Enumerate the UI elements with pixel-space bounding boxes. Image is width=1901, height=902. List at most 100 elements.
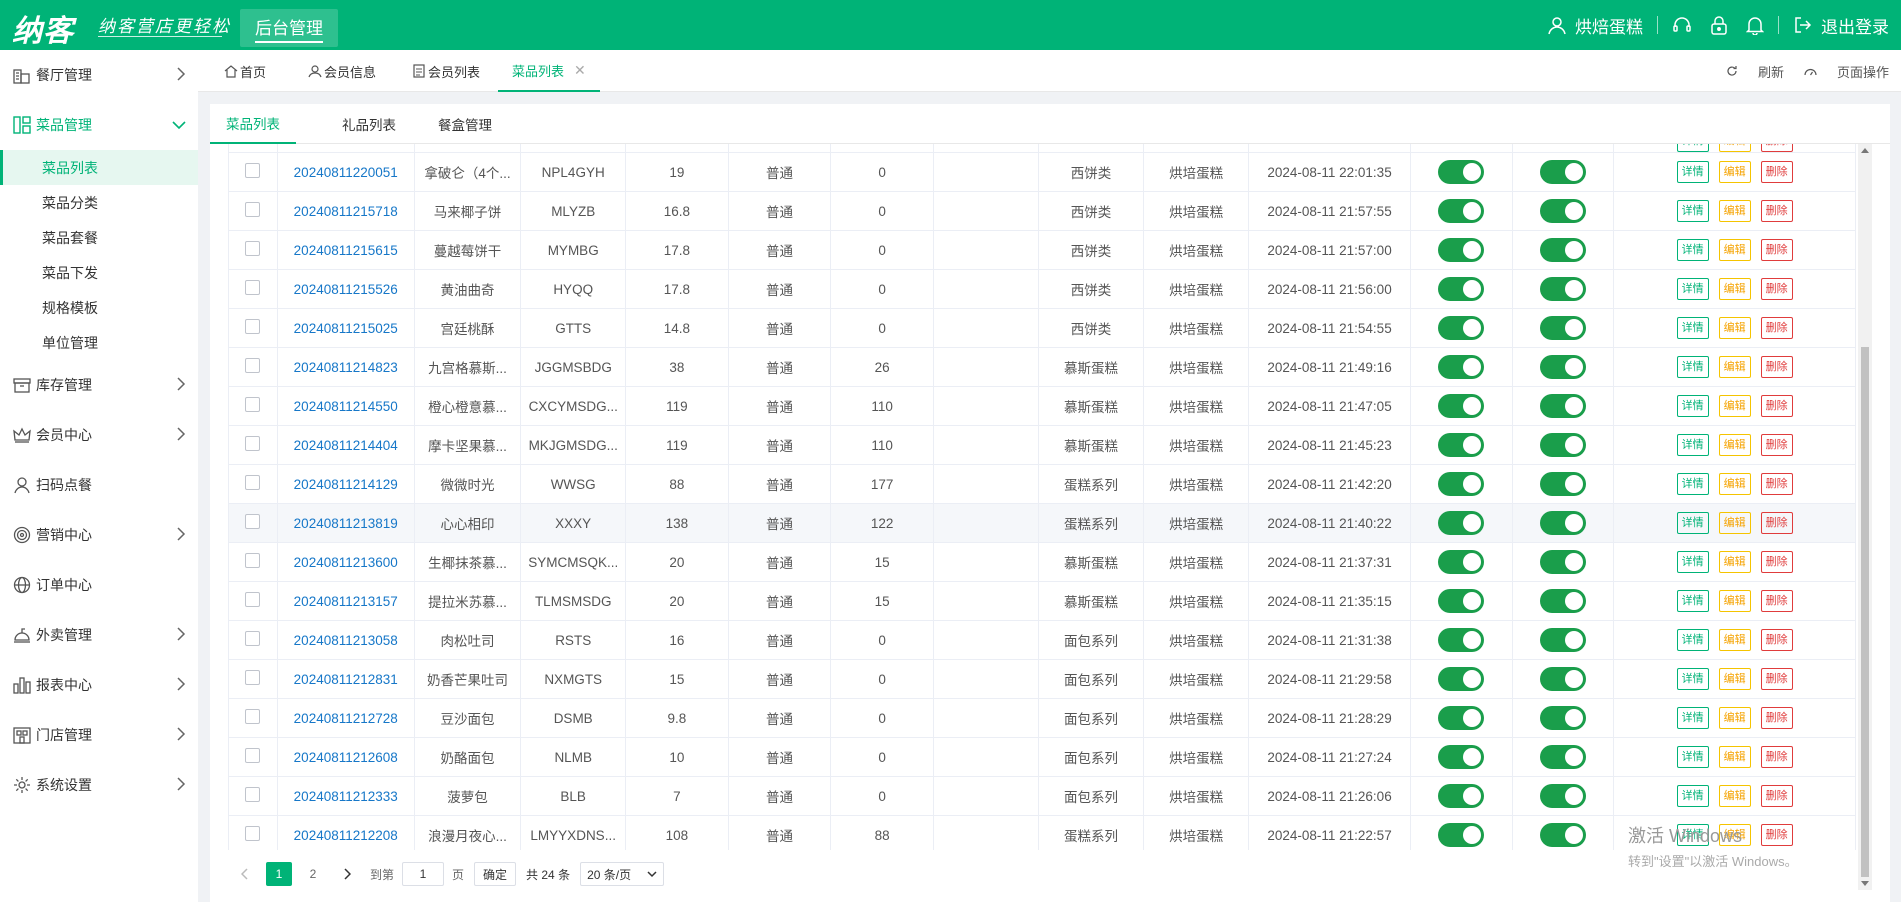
edit-button[interactable]: 编辑: [1718, 785, 1751, 807]
edit-button[interactable]: 编辑: [1718, 200, 1751, 222]
edit-button[interactable]: 编辑: [1718, 512, 1751, 534]
row-checkbox[interactable]: [245, 280, 261, 295]
sale-toggle[interactable]: [1540, 160, 1587, 184]
sale-toggle[interactable]: [1540, 511, 1587, 535]
enable-toggle[interactable]: [1438, 550, 1485, 574]
row-checkbox[interactable]: [245, 787, 261, 802]
detail-button[interactable]: 详情: [1676, 239, 1709, 261]
enable-toggle[interactable]: [1438, 589, 1485, 613]
detail-button[interactable]: 详情: [1676, 317, 1709, 339]
enable-toggle[interactable]: [1438, 316, 1485, 340]
table-row[interactable]: 20240811214404 摩卡坚果慕... MKJGMSDG... 119 普通 11…: [229, 425, 1856, 465]
sidebar-item-stores[interactable]: 门店管理: [0, 710, 198, 760]
enable-toggle[interactable]: [1438, 433, 1485, 457]
sale-toggle[interactable]: [1540, 706, 1587, 730]
scroll-up-icon[interactable]: [1861, 148, 1869, 153]
edit-button[interactable]: 编辑: [1718, 590, 1751, 612]
page-size-select[interactable]: 20 条/页: [580, 862, 665, 886]
delete-button[interactable]: 删除: [1760, 512, 1793, 534]
row-checkbox[interactable]: [245, 397, 261, 412]
delete-button[interactable]: 删除: [1760, 317, 1793, 339]
sale-toggle[interactable]: [1540, 394, 1587, 418]
sale-toggle[interactable]: [1540, 355, 1587, 379]
edit-button[interactable]: 编辑: [1718, 629, 1751, 651]
enable-toggle[interactable]: [1438, 511, 1485, 535]
tag-dish-list[interactable]: 菜品列表 ✕: [498, 50, 600, 92]
detail-button[interactable]: 详情: [1676, 551, 1709, 573]
sidebar-subitem-dish-dispatch[interactable]: 菜品下发: [0, 255, 198, 290]
edit-button[interactable]: 编辑: [1718, 161, 1751, 183]
bell-icon[interactable]: [1746, 15, 1764, 35]
detail-button[interactable]: 详情: [1676, 512, 1709, 534]
subtab-gift-list[interactable]: 礼品列表: [342, 104, 396, 144]
sale-toggle[interactable]: [1540, 628, 1587, 652]
dish-number-link[interactable]: 20240811213600: [277, 542, 415, 582]
sale-toggle[interactable]: [1540, 277, 1587, 301]
detail-button[interactable]: 详情: [1676, 144, 1709, 152]
enable-toggle[interactable]: [1438, 238, 1485, 262]
sidebar-item-marketing[interactable]: 营销中心: [0, 510, 198, 560]
row-checkbox[interactable]: [245, 163, 261, 178]
edit-button[interactable]: 编辑: [1718, 707, 1751, 729]
goto-page-input[interactable]: 1: [402, 862, 445, 886]
dish-number-link[interactable]: 20240811213058: [277, 620, 415, 660]
sidebar-subitem-dish-category[interactable]: 菜品分类: [0, 185, 198, 220]
enable-toggle[interactable]: [1438, 667, 1485, 691]
page-2-button[interactable]: 2: [300, 862, 326, 886]
row-checkbox[interactable]: [245, 709, 261, 724]
delete-button[interactable]: 删除: [1760, 707, 1793, 729]
sale-toggle[interactable]: [1540, 433, 1587, 457]
row-checkbox[interactable]: [245, 826, 261, 841]
table-row[interactable]: 20240811213600 生椰抹茶慕... SYMCMSQK... 20 普通 15 慕…: [229, 542, 1856, 582]
dish-number-link[interactable]: 20240811215718: [277, 191, 415, 231]
sidebar-item-restaurant[interactable]: 餐厅管理: [0, 50, 198, 100]
dish-number-link[interactable]: 20240811212728: [277, 698, 415, 738]
enable-toggle[interactable]: [1438, 628, 1485, 652]
enable-toggle[interactable]: [1438, 199, 1485, 223]
close-icon[interactable]: ✕: [574, 62, 586, 79]
edit-button[interactable]: 编辑: [1718, 434, 1751, 456]
table-row[interactable]: 20240811213819 心心相印 XXXY 138 普通 122 蛋糕系列 烘培蛋糕 20…: [229, 503, 1856, 543]
scroll-down-icon[interactable]: [1861, 881, 1869, 886]
detail-button[interactable]: 详情: [1676, 785, 1709, 807]
dish-number-link[interactable]: 20240811214404: [277, 425, 415, 465]
table-row[interactable]: 20240811213058 肉松吐司 RSTS 16 普通 0 面包系列 烘培蛋糕 2024-…: [229, 620, 1856, 660]
sidebar-item-orders[interactable]: 订单中心: [0, 560, 198, 610]
logout-icon[interactable]: [1793, 15, 1813, 35]
detail-button[interactable]: 详情: [1676, 200, 1709, 222]
dish-number-link[interactable]: 20240811214823: [277, 347, 415, 387]
row-checkbox[interactable]: [245, 475, 261, 490]
row-checkbox[interactable]: [245, 553, 261, 568]
sale-toggle[interactable]: [1540, 472, 1587, 496]
sale-toggle[interactable]: [1540, 784, 1587, 808]
sale-toggle[interactable]: [1540, 745, 1587, 769]
dish-number-link[interactable]: 20240811212831: [277, 659, 415, 699]
scrollbar-thumb[interactable]: [1861, 347, 1869, 877]
table-row[interactable]: 20240811212208 浪漫月夜心... LMYYXDNS... 108 普通 88…: [229, 815, 1856, 850]
subtab-dish-list[interactable]: 菜品列表: [210, 104, 296, 144]
store-name[interactable]: 烘焙蛋糕: [1575, 13, 1643, 38]
dish-number-link[interactable]: 20240811214550: [277, 386, 415, 426]
delete-button[interactable]: 删除: [1760, 200, 1793, 222]
logout-link[interactable]: 退出登录: [1821, 13, 1889, 38]
sale-toggle[interactable]: [1540, 199, 1587, 223]
edit-button[interactable]: 编辑: [1718, 395, 1751, 417]
lock-icon[interactable]: [1710, 15, 1728, 35]
sidebar-item-dishes[interactable]: 菜品管理: [0, 100, 198, 150]
headset-icon[interactable]: [1672, 15, 1692, 35]
detail-button[interactable]: 详情: [1676, 434, 1709, 456]
dish-number-link[interactable]: 20240811213157: [277, 581, 415, 621]
detail-button[interactable]: 详情: [1676, 356, 1709, 378]
detail-button[interactable]: 详情: [1676, 278, 1709, 300]
delete-button[interactable]: 删除: [1760, 161, 1793, 183]
detail-button[interactable]: 详情: [1676, 668, 1709, 690]
row-checkbox[interactable]: [245, 202, 261, 217]
detail-button[interactable]: 详情: [1676, 161, 1709, 183]
dish-number-link[interactable]: 20240811212608: [277, 737, 415, 777]
dish-number-link[interactable]: 20240811215526: [277, 269, 415, 309]
edit-button[interactable]: 编辑: [1718, 668, 1751, 690]
delete-button[interactable]: 删除: [1760, 434, 1793, 456]
table-row[interactable]: 20240811220051 拿破仑（4个... NPL4GYH 19 普通 0 西饼类 烘培…: [229, 152, 1856, 192]
edit-button[interactable]: 编辑: [1718, 239, 1751, 261]
delete-button[interactable]: 删除: [1760, 590, 1793, 612]
